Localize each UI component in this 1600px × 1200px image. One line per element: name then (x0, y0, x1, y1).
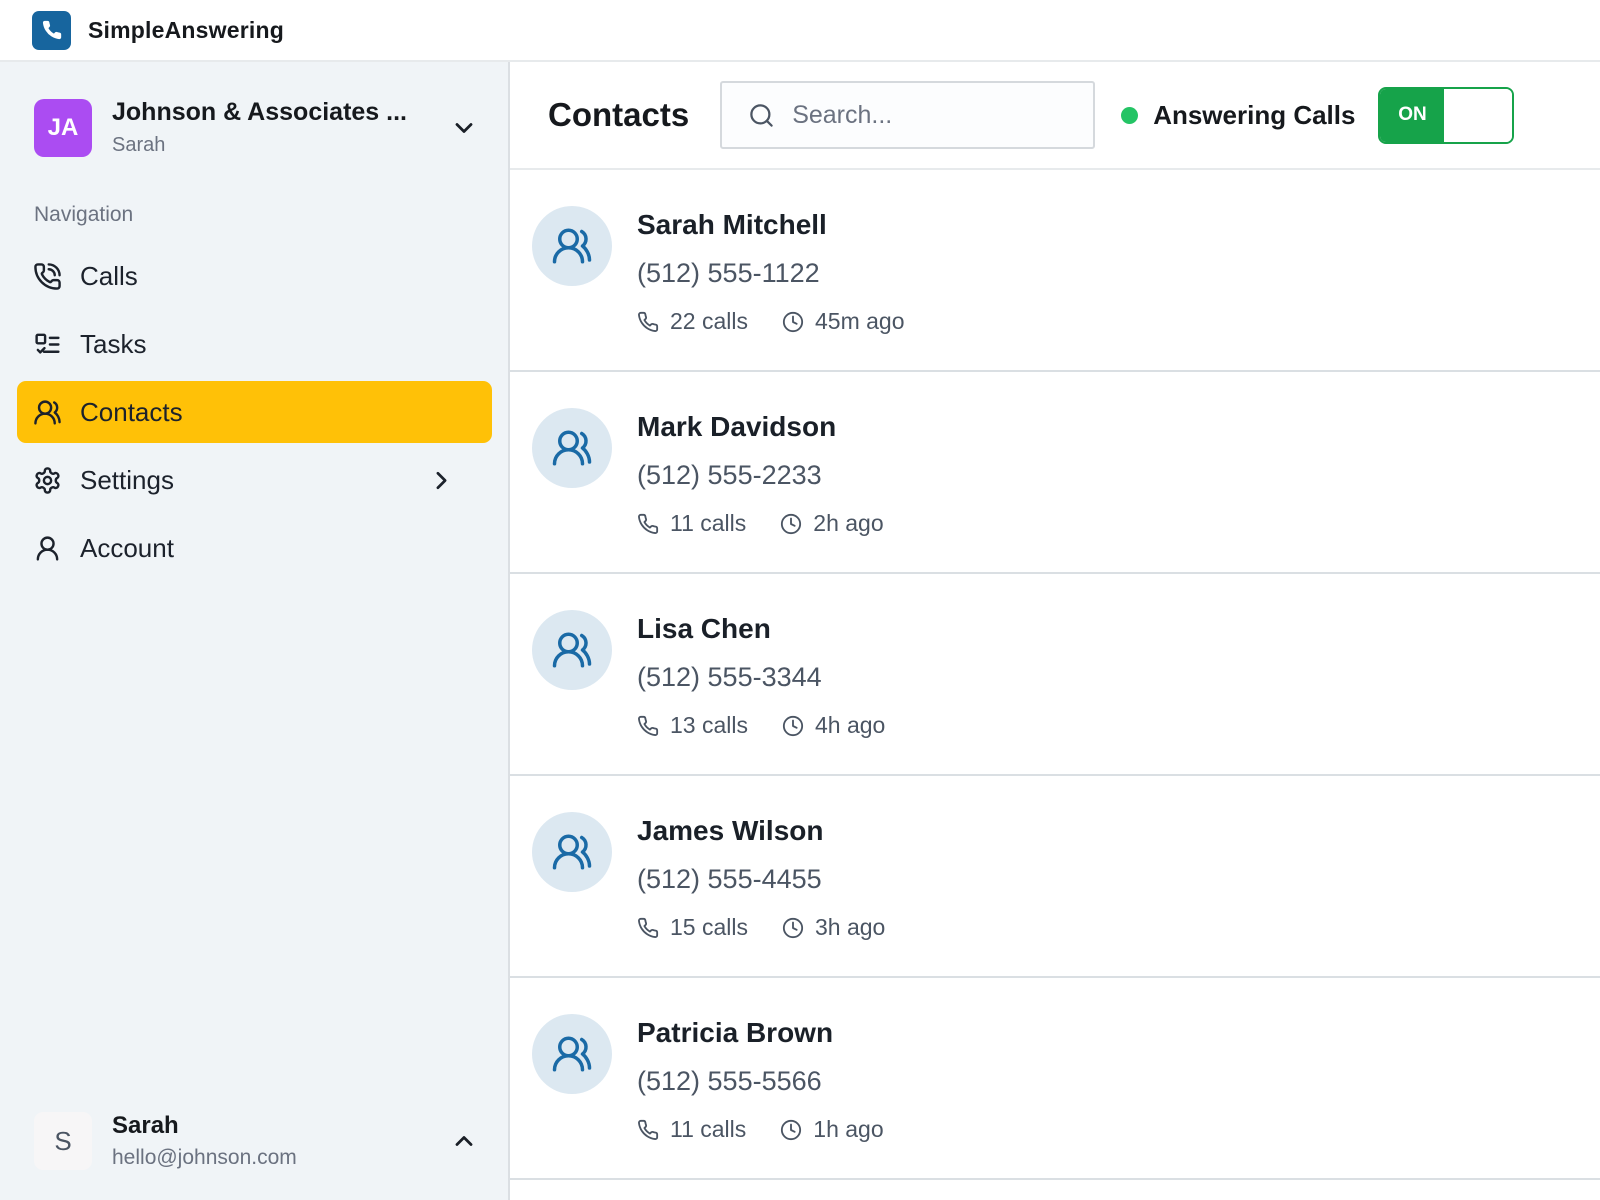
workspace-subtitle: Sarah (112, 134, 166, 156)
phone-call-icon (33, 262, 80, 291)
chevron-right-icon (427, 466, 474, 495)
contact-row[interactable]: James Wilson (512) 555-4455 15 calls 3h … (510, 776, 1600, 978)
contact-calls: 15 calls (637, 914, 748, 941)
contact-avatar (532, 408, 612, 488)
toggle-on-label: ON (1380, 88, 1445, 142)
answering-toggle[interactable]: ON (1378, 86, 1515, 144)
user-icon (33, 534, 80, 563)
contact-last-call: 2h ago (780, 510, 884, 537)
users-icon (551, 427, 593, 469)
contact-last-call: 4h ago (782, 712, 885, 739)
sidebar-item-label: Contacts (80, 396, 183, 427)
answering-status: Answering Calls (1121, 100, 1355, 131)
chevron-down-icon (450, 114, 478, 142)
user-menu[interactable]: S Sarah hello@johnson.com (34, 1112, 478, 1170)
chevron-up-icon (450, 1127, 478, 1155)
sidebar-item-settings[interactable]: Settings (17, 449, 492, 511)
sidebar-item-tasks[interactable]: Tasks (17, 313, 492, 375)
workspace-name: Johnson & Associates ... (112, 98, 407, 126)
contact-phone: (512) 555-3344 (637, 662, 822, 692)
search-input[interactable] (792, 100, 1076, 130)
clock-icon (782, 715, 804, 737)
contact-name: James Wilson (637, 815, 824, 846)
contact-calls: 22 calls (637, 308, 748, 335)
contact-name: Sarah Mitchell (637, 209, 827, 240)
user-email: hello@johnson.com (112, 1146, 297, 1169)
sidebar: JA Johnson & Associates ... Sarah Naviga… (0, 62, 510, 1200)
search-icon (748, 102, 775, 129)
contact-name: Lisa Chen (637, 613, 771, 644)
sidebar-item-label: Tasks (80, 328, 147, 359)
status-label: Answering Calls (1153, 99, 1356, 130)
workspace-switcher[interactable]: JA Johnson & Associates ... Sarah (34, 98, 478, 157)
sidebar-item-calls[interactable]: Calls (17, 245, 492, 307)
users-icon (551, 1033, 593, 1075)
search-box (720, 81, 1096, 149)
clock-icon (780, 513, 802, 535)
sidebar-item-label: Account (80, 532, 174, 563)
phone-icon (637, 1119, 659, 1141)
sidebar-item-label: Settings (80, 464, 174, 495)
phone-icon (637, 715, 659, 737)
contact-row[interactable]: Patricia Brown (512) 555-5566 11 calls 1… (510, 978, 1600, 1180)
contact-avatar (532, 206, 612, 286)
tasks-checklist-icon (33, 330, 80, 359)
app-name: SimpleAnswering (88, 16, 284, 43)
contact-phone: (512) 555-5566 (637, 1066, 822, 1096)
phone-icon (41, 19, 63, 41)
contact-name: Mark Davidson (637, 411, 837, 442)
contact-avatar (532, 610, 612, 690)
status-dot-icon (1121, 106, 1139, 124)
topbar: SimpleAnswering (0, 0, 1600, 62)
gear-icon (33, 466, 80, 495)
contact-calls: 11 calls (637, 510, 746, 537)
users-icon (551, 629, 593, 671)
phone-icon (637, 311, 659, 333)
main-header: Contacts Answering Calls ON (510, 62, 1600, 170)
contact-calls: 11 calls (637, 1116, 746, 1143)
main-panel: Contacts Answering Calls ON (510, 62, 1600, 1200)
sidebar-item-contacts[interactable]: Contacts (17, 381, 492, 443)
contact-phone: (512) 555-4455 (637, 864, 822, 894)
contact-list: Sarah Mitchell (512) 555-1122 22 calls 4… (510, 170, 1600, 1200)
contact-phone: (512) 555-1122 (637, 258, 820, 288)
phone-icon (637, 513, 659, 535)
sidebar-item-account[interactable]: Account (17, 517, 492, 579)
users-icon (33, 398, 80, 427)
toggle-knob (1444, 88, 1513, 142)
contact-last-call: 3h ago (782, 914, 885, 941)
contact-row[interactable]: Lisa Chen (512) 555-3344 13 calls 4h ago (510, 574, 1600, 776)
page-title: Contacts (548, 96, 690, 133)
contact-avatar (532, 1014, 612, 1094)
users-icon (551, 225, 593, 267)
phone-icon (637, 917, 659, 939)
workspace-avatar: JA (34, 98, 92, 157)
contact-avatar (532, 812, 612, 892)
contact-last-call: 45m ago (782, 308, 905, 335)
contact-phone: (512) 555-2233 (637, 460, 822, 490)
users-icon (551, 831, 593, 873)
user-avatar: S (34, 1112, 92, 1170)
clock-icon (782, 311, 804, 333)
contact-row[interactable]: Mark Davidson (512) 555-2233 11 calls 2h… (510, 372, 1600, 574)
sidebar-nav: Calls Tasks Contacts Settings Account (0, 239, 508, 579)
contact-row[interactable]: Sarah Mitchell (512) 555-1122 22 calls 4… (510, 170, 1600, 372)
user-name: Sarah (112, 1112, 179, 1139)
contact-name: Patricia Brown (637, 1017, 834, 1048)
sidebar-item-label: Calls (80, 260, 138, 291)
nav-section-label: Navigation (34, 203, 134, 226)
clock-icon (782, 917, 804, 939)
contact-last-call: 1h ago (780, 1116, 884, 1143)
contact-calls: 13 calls (637, 712, 748, 739)
clock-icon (780, 1119, 802, 1141)
app-logo (32, 10, 71, 50)
